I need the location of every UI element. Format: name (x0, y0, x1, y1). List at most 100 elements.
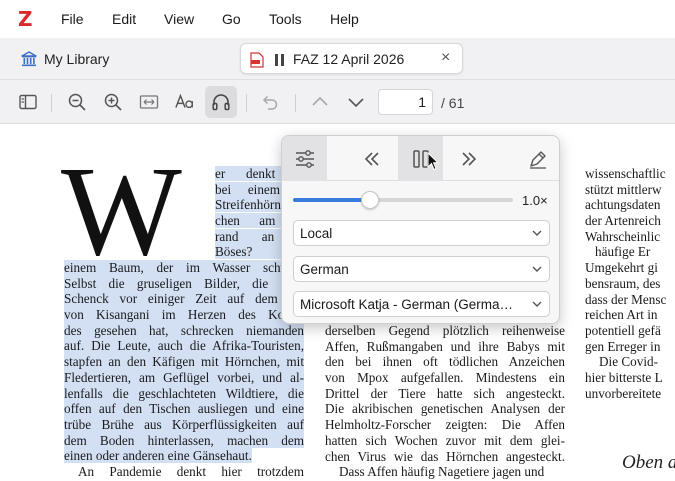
page-total: / 61 (441, 95, 465, 111)
text-line: hatten sich Wochen zuvor mit dem glei- (325, 432, 565, 448)
zoom-in-icon (104, 93, 122, 111)
menu-view[interactable]: View (164, 11, 194, 27)
text-line: trübe Brühe aus Körperflüssigkeiten auf (64, 416, 304, 433)
read-aloud-button[interactable] (205, 86, 237, 118)
text-line: einem Baum, der im Wasser schwim (64, 260, 304, 276)
toolbar-divider (51, 94, 52, 112)
sidebar-icon (19, 94, 37, 110)
text-line: einen oder anderen eine Gänsehaut. (64, 448, 252, 464)
text-line: lenfalls die geschlachteten Wildtiere, d… (64, 385, 304, 402)
text-column-3: wissenschaftlic stützt mittlerw achtungs… (585, 166, 675, 401)
text-line: der Artenreich (585, 213, 661, 229)
library-icon (21, 51, 37, 67)
speed-slider-thumb[interactable] (361, 191, 379, 209)
toolbar-divider (295, 94, 296, 112)
chevron-down-icon (532, 301, 542, 307)
text-line: stützt mittlerw (585, 181, 662, 197)
text-line: Die Covid- (599, 354, 658, 370)
zoom-out-icon (68, 93, 86, 111)
fit-width-icon (139, 95, 159, 109)
text-line: häufige Er (595, 244, 651, 260)
text-line: chen Virus wie das Hörnchen angesteckt. (325, 448, 565, 464)
library-label: My Library (44, 51, 110, 67)
menu-tools[interactable]: Tools (269, 11, 302, 27)
appearance-button[interactable] (171, 88, 199, 116)
voice-source-value: Local (300, 226, 333, 241)
zoom-out-button[interactable] (63, 88, 91, 116)
undo-button[interactable] (256, 88, 284, 116)
page-number-input[interactable] (378, 89, 433, 115)
text-line: den bei ihnen oft tödlichen Anzeichen (325, 354, 565, 370)
text-line: derselben Gegend plötzlich reihenweise (325, 323, 565, 338)
text-line: achtungsdaten (585, 197, 661, 213)
text-line: Selbst die gruseligen Bilder, die Chri (64, 275, 304, 292)
voice-select[interactable]: Microsoft Katja - German (Germa… (293, 291, 550, 317)
text-line: auf. Die Leute, auch die Afrika-Touriste… (64, 338, 304, 355)
menu-bar: Z File Edit View Go Tools Help (0, 0, 675, 38)
text-line: Die akribischen genetischen Analysen der (325, 401, 565, 417)
document-tab[interactable]: FAZ 12 April 2026 × (240, 43, 463, 74)
headphones-icon (212, 94, 230, 111)
chevron-up-icon (312, 96, 328, 106)
text-line: reichen Art in (585, 307, 658, 323)
previous-page-button[interactable] (306, 88, 334, 116)
text-line: hier bitterste L (585, 369, 663, 385)
next-page-button[interactable] (342, 88, 370, 116)
text-line: wissenschaftlic (585, 166, 666, 181)
menu-edit[interactable]: Edit (112, 11, 136, 27)
toolbar-divider (246, 94, 247, 112)
language-select[interactable]: German (293, 256, 550, 282)
text-line: Schenck vor einiger Zeit auf dem Mi (64, 291, 304, 308)
zoom-in-button[interactable] (99, 88, 127, 116)
text-line: Dass Affen häufig Nagetiere jagen und (339, 464, 545, 480)
text-line: unvorbereitete (585, 385, 662, 401)
tab-bar: My Library FAZ 12 April 2026 × (0, 38, 675, 80)
text-line: gen Erreger in (585, 338, 661, 354)
read-aloud-settings-button[interactable] (282, 136, 327, 181)
read-aloud-controls (282, 136, 559, 181)
toggle-sidebar-button[interactable] (14, 88, 42, 116)
text-line: dass der Mensc (585, 291, 667, 307)
skip-forward-button[interactable] (446, 136, 491, 181)
skip-back-icon (364, 151, 379, 166)
speed-slider-fill (293, 198, 370, 202)
document-tab-title: FAZ 12 April 2026 (293, 51, 405, 67)
pdf-icon (250, 52, 264, 68)
text-line: Affen, Rußmangaben und ihre Babys mit (325, 338, 565, 354)
drop-cap: W (61, 140, 182, 282)
app-logo: Z (18, 7, 33, 31)
chevron-down-icon (532, 230, 542, 236)
text-line: Wahrscheinlic (585, 228, 661, 244)
menu-file[interactable]: File (61, 11, 84, 27)
annotate-button[interactable] (515, 136, 560, 181)
section-heading: Oben a (622, 452, 675, 473)
text-line: Drittel der Tiere hatte sich angesteckt. (325, 385, 565, 401)
chevron-down-icon (532, 266, 542, 272)
text-line: dem Boden hinterlassen, machen dem (64, 432, 304, 449)
voice-source-select[interactable]: Local (293, 220, 550, 246)
menu-help[interactable]: Help (330, 11, 359, 27)
speed-value: 1.0× (522, 193, 548, 208)
library-tab[interactable]: My Library (20, 48, 109, 70)
text-line: von Kisangani im Herzen des Kongo (64, 307, 304, 323)
skip-back-button[interactable] (349, 136, 394, 181)
pause-icon (275, 54, 284, 66)
text-line: Helmholtz-Forscher zeigten: Die Affen (325, 417, 565, 433)
fit-width-button[interactable] (135, 88, 163, 116)
settings-sliders-icon (295, 149, 314, 168)
text-line: Streifenhörn (215, 197, 281, 213)
skip-forward-icon (461, 151, 476, 166)
appearance-icon (175, 93, 193, 109)
undo-icon (262, 95, 278, 110)
text-line: des gesehen hat, schrecken niemanden (64, 322, 304, 339)
close-tab-icon[interactable]: × (441, 49, 450, 67)
language-value: German (300, 262, 349, 277)
text-line: potentiell gefä (585, 322, 661, 338)
speed-slider[interactable] (293, 191, 513, 209)
text-column-2: derselben Gegend plötzlich reihenweise A… (325, 323, 565, 480)
text-line: Fledertieren, am Geflügel vorbei, und al… (64, 369, 304, 386)
mouse-cursor-icon (427, 152, 439, 171)
menu-go[interactable]: Go (222, 11, 241, 27)
text-line: An Pandemie denkt hier trotzdem (78, 463, 304, 479)
text-line: offen auf den Tischen ausliegen und eine (64, 401, 304, 417)
